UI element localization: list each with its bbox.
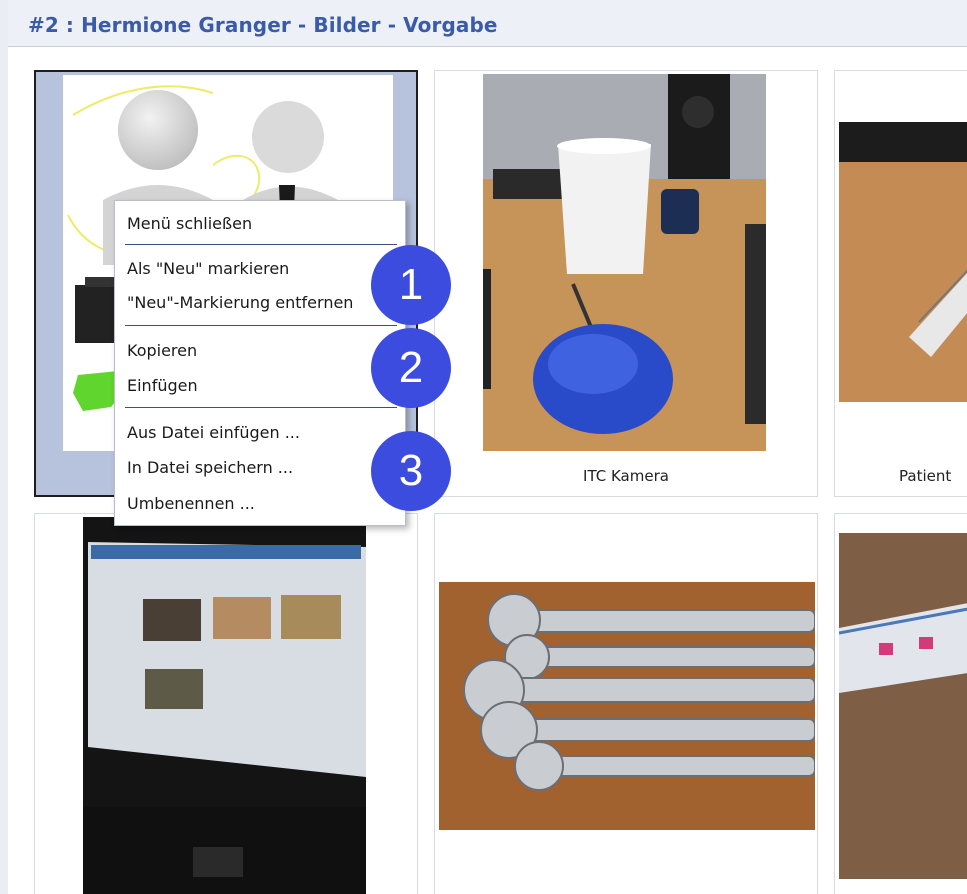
menu-separator: [125, 407, 397, 408]
page-title: #2 : Hermione Granger - Bilder - Vorgabe: [28, 13, 498, 37]
menu-item-mark-new[interactable]: Als "Neu" markieren: [127, 259, 289, 278]
context-menu: Menü schließen Als "Neu" markieren "Neu"…: [114, 200, 406, 526]
annotation-badge-3: 3: [371, 431, 451, 511]
image-gallery-page: #2 : Hermione Granger - Bilder - Vorgabe: [0, 0, 967, 894]
folding-rule-image: [839, 533, 967, 879]
image-tile-patient[interactable]: Patient: [834, 70, 967, 497]
menu-separator: [125, 325, 397, 326]
ruler-image: [839, 122, 967, 402]
menu-separator: [125, 244, 397, 245]
menu-item-rename[interactable]: Umbenennen ...: [127, 494, 255, 513]
desk-mouse-mug-image: [483, 74, 766, 451]
wrenches-image: [439, 582, 815, 830]
menu-item-close[interactable]: Menü schließen: [127, 214, 252, 233]
image-tile-wrenches[interactable]: [434, 513, 818, 894]
menu-item-paste[interactable]: Einfügen: [127, 376, 198, 395]
menu-item-remove-new-mark[interactable]: "Neu"-Markierung entfernen: [127, 293, 353, 312]
monitor-screen-image: [83, 517, 366, 894]
menu-item-save-to-file[interactable]: In Datei speichern ...: [127, 458, 293, 477]
image-tile-itc-kamera[interactable]: ITC Kamera: [434, 70, 818, 497]
annotation-badge-1: 1: [371, 245, 451, 325]
menu-item-copy[interactable]: Kopieren: [127, 341, 197, 360]
header-bar: #2 : Hermione Granger - Bilder - Vorgabe: [8, 0, 967, 46]
menu-item-insert-from-file[interactable]: Aus Datei einfügen ...: [127, 423, 300, 442]
image-tile-monitor-photo[interactable]: [34, 513, 418, 894]
image-caption: ITC Kamera: [583, 467, 669, 485]
image-tile-folding-rule[interactable]: [834, 513, 967, 894]
annotation-badge-2: 2: [371, 328, 451, 408]
image-caption: Patient: [899, 467, 952, 485]
